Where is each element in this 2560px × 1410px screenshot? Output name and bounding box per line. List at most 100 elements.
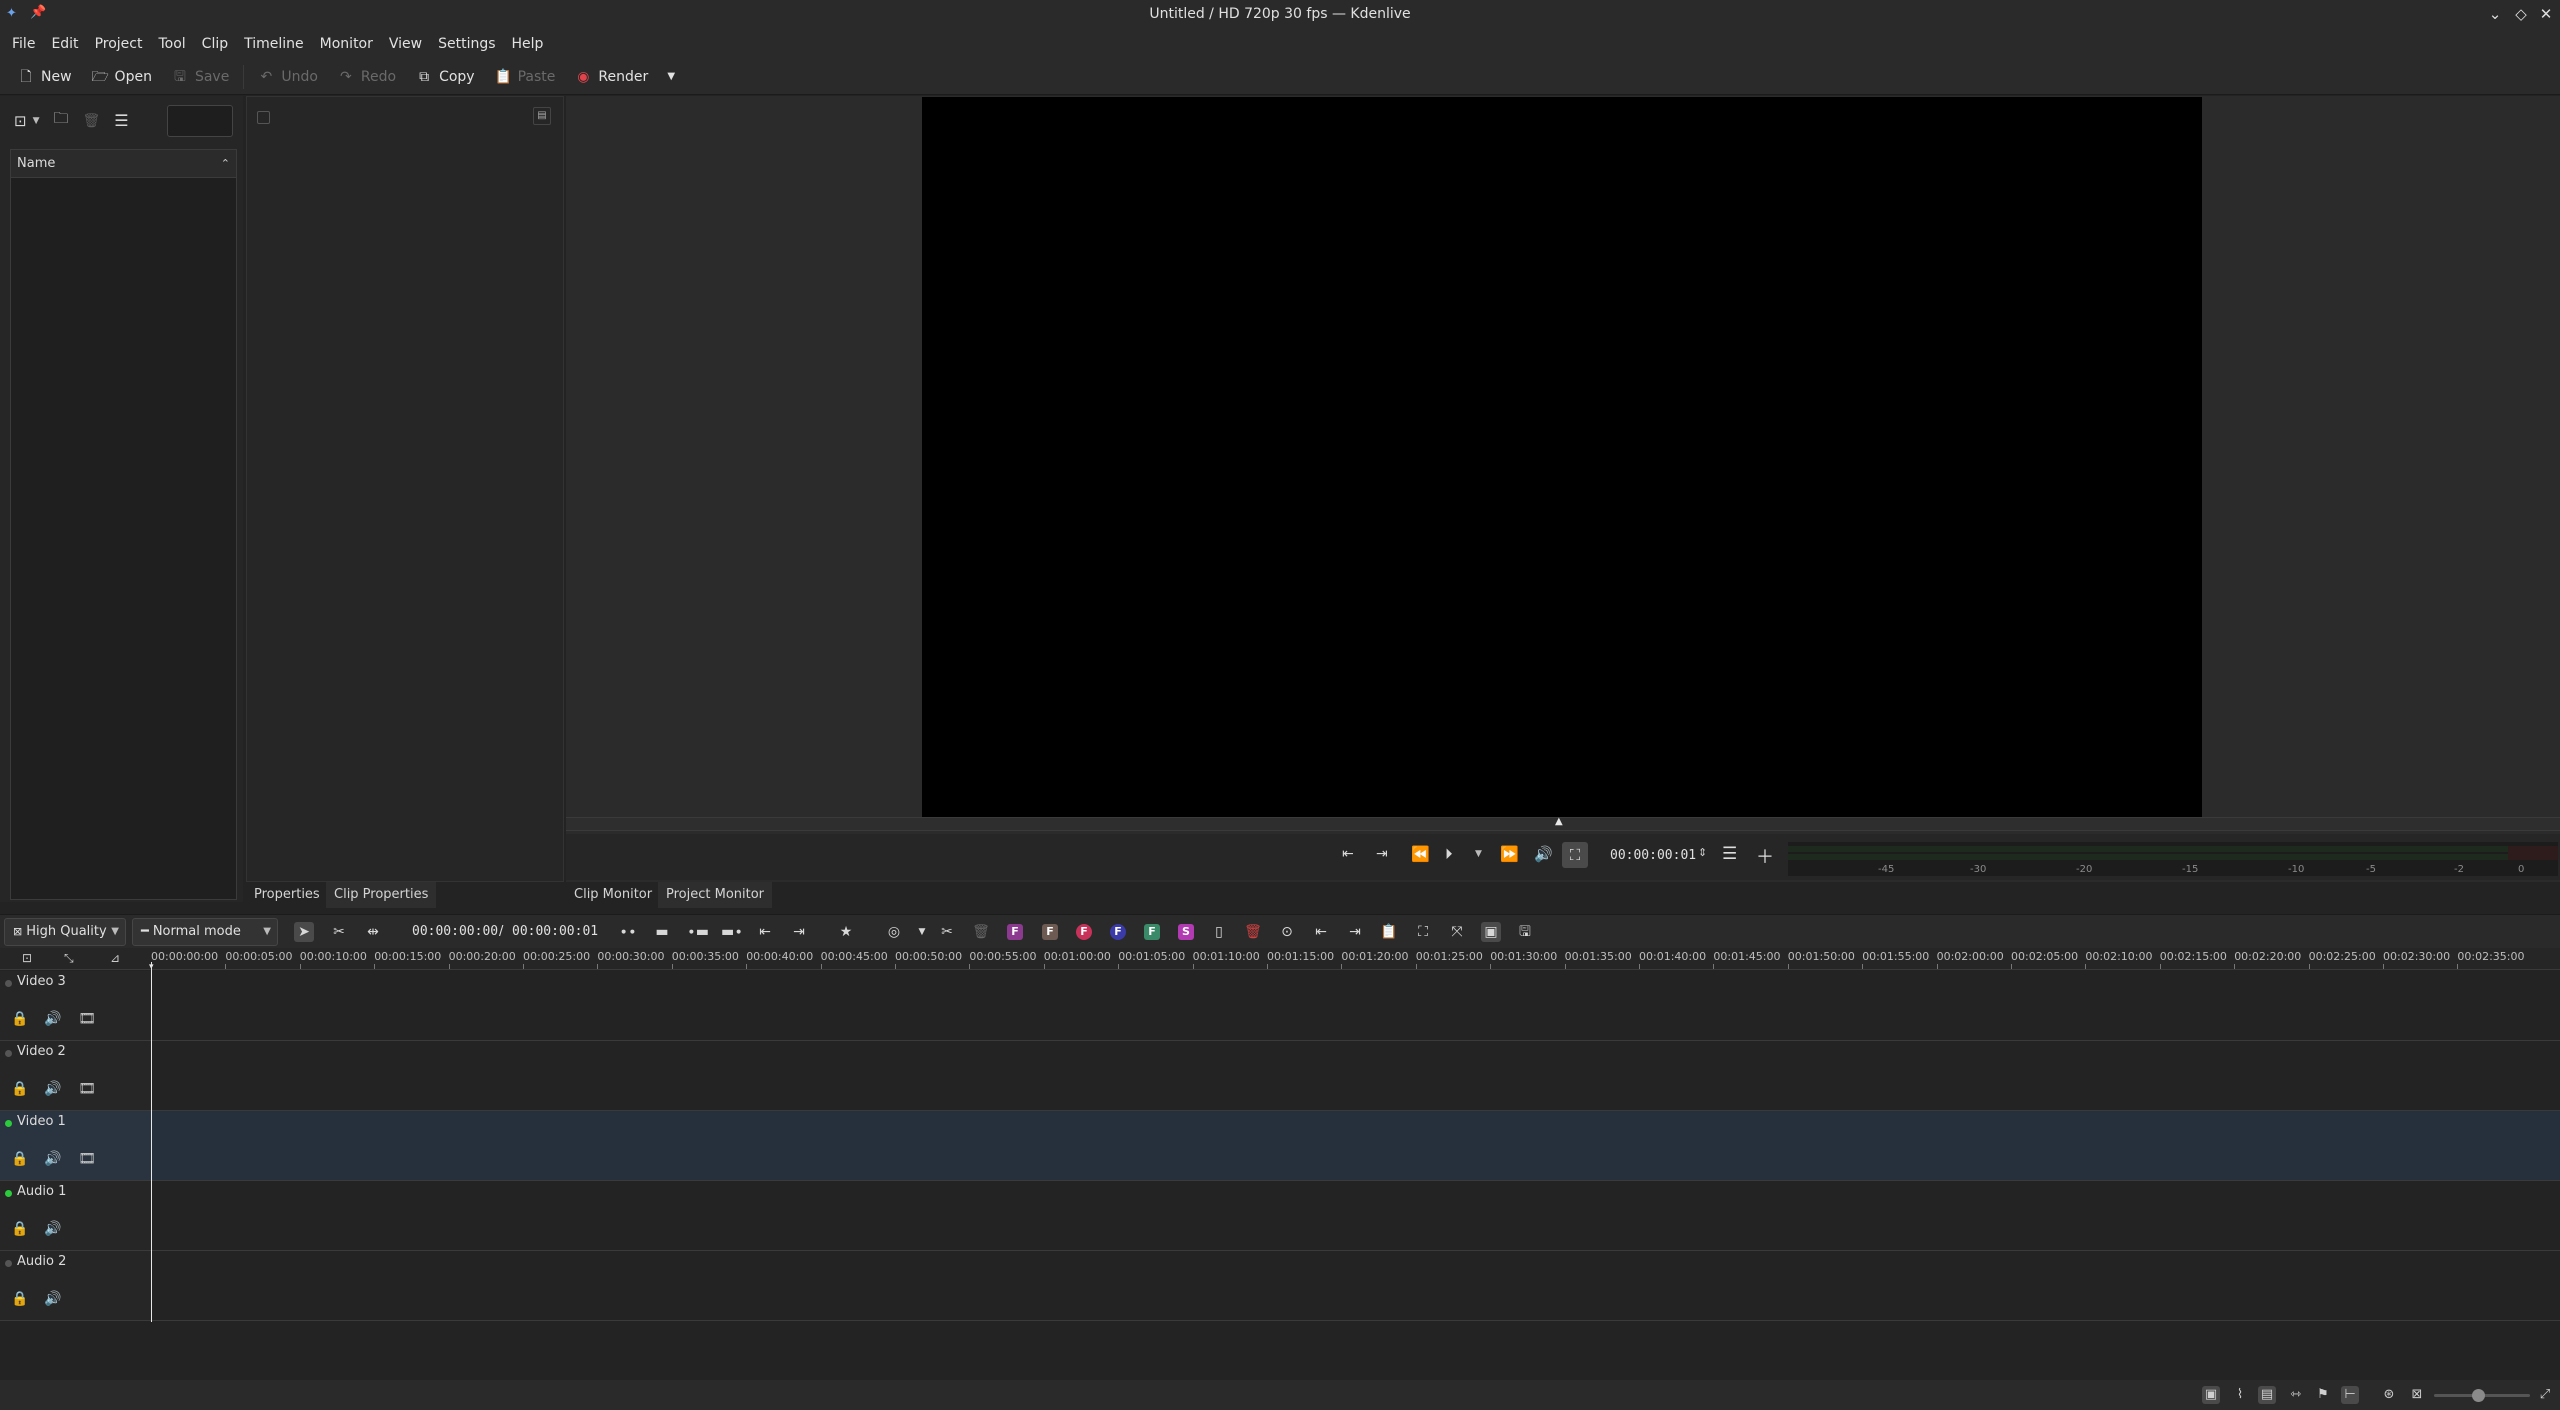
monitor-timecode[interactable]: 00:00:00:01 xyxy=(1610,848,1696,863)
effect-f-brown-icon[interactable]: F xyxy=(1042,924,1058,940)
video-hide-icon[interactable]: 🎞 xyxy=(77,1079,97,1099)
zoom-fit-icon[interactable]: ⊠ xyxy=(2408,1386,2426,1404)
insert-icon[interactable]: ∙∙ xyxy=(618,922,638,942)
menu-clip[interactable]: Clip xyxy=(194,29,236,59)
clipboard-icon[interactable]: 📋 xyxy=(1379,922,1399,942)
effects-icon[interactable]: ⊛ xyxy=(2380,1386,2398,1404)
menu-project[interactable]: Project xyxy=(87,29,151,59)
spacer-tool-icon[interactable]: ⇹ xyxy=(363,922,383,942)
tab-project-monitor[interactable]: Project Monitor xyxy=(658,882,773,908)
track-lane[interactable] xyxy=(151,1041,2560,1111)
hamburger-menu-icon[interactable]: ☰ xyxy=(1722,844,1737,864)
split-icon[interactable]: ⊢ xyxy=(2341,1386,2359,1404)
expand-icon[interactable]: ⤧ xyxy=(1447,922,1467,942)
menu-settings[interactable]: Settings xyxy=(430,29,503,59)
new-button[interactable]: 🗋 New xyxy=(8,62,82,92)
paste-button[interactable]: 📋 Paste xyxy=(485,62,566,92)
track-active-indicator[interactable] xyxy=(5,980,12,987)
set-zone-in-icon[interactable]: ⇤ xyxy=(1342,846,1354,862)
extract-icon[interactable]: ▬∙ xyxy=(721,922,743,942)
tab-clip-monitor[interactable]: Clip Monitor xyxy=(566,882,660,908)
bookmark-icon[interactable]: ▯ xyxy=(1209,922,1229,942)
save-preview-icon[interactable]: 🖫 xyxy=(1515,922,1535,942)
chevron-down-icon[interactable]: ▼ xyxy=(912,922,932,942)
menu-tool[interactable]: Tool xyxy=(150,29,193,59)
close-icon[interactable]: ✕ xyxy=(2537,5,2555,23)
fit-tracks-icon[interactable]: ⤡ xyxy=(64,951,74,966)
set-zone-out-icon[interactable]: ⇥ xyxy=(1376,846,1388,862)
timeline-position[interactable]: 00:00:00:00 xyxy=(412,924,498,939)
track-lane[interactable] xyxy=(151,1181,2560,1251)
render-button[interactable]: ◉ Render ▼ xyxy=(565,62,689,92)
undo-button[interactable]: ↶ Undo xyxy=(248,62,328,92)
overwrite-icon[interactable]: ▬ xyxy=(652,922,672,942)
timeline-preview-icon[interactable]: ▣ xyxy=(1481,922,1501,942)
effect-s-magenta-icon[interactable]: S xyxy=(1178,924,1194,940)
fit-zoom-icon[interactable]: ⛶ xyxy=(1413,922,1433,942)
select-tool-icon[interactable]: ➤ xyxy=(294,922,314,942)
delete-icon[interactable]: 🗑 xyxy=(83,113,101,129)
menu-monitor[interactable]: Monitor xyxy=(312,29,381,59)
timeline-playhead[interactable] xyxy=(151,962,152,1322)
track-active-indicator[interactable] xyxy=(5,1190,12,1197)
audio-mute-icon[interactable]: 🔊 xyxy=(43,1219,63,1239)
volume-icon[interactable]: 🔊 xyxy=(1534,845,1553,863)
track-header[interactable]: Video 3 🔒 🔊 🎞 xyxy=(0,971,151,1041)
playhead-handle-icon[interactable]: ▾ xyxy=(149,962,154,972)
video-thumbs-icon[interactable]: ▤ xyxy=(2258,1386,2276,1404)
hamburger-menu-icon[interactable]: ☰ xyxy=(114,111,128,130)
track-header[interactable]: Video 2 🔒 🔊 🎞 xyxy=(0,1041,151,1111)
tab-properties[interactable]: Properties xyxy=(246,882,328,908)
minimize-icon[interactable]: ⌄ xyxy=(2486,5,2504,23)
menu-edit[interactable]: Edit xyxy=(43,29,86,59)
tab-clip-properties[interactable]: Clip Properties xyxy=(326,882,437,908)
cut-clip-icon[interactable]: ✂ xyxy=(937,922,957,942)
lock-icon[interactable]: 🔒 xyxy=(10,1289,30,1309)
track-header[interactable]: Video 1 🔒 🔊 🎞 xyxy=(0,1111,151,1181)
redo-button[interactable]: ↷ Redo xyxy=(328,62,406,92)
lift-icon[interactable]: ∙▬ xyxy=(687,922,709,942)
playhead-marker-icon[interactable]: ▲ xyxy=(1555,816,1563,827)
effect-f-blue-icon[interactable]: F xyxy=(1110,924,1126,940)
zoom-slider-handle[interactable] xyxy=(2472,1389,2485,1402)
track-lane[interactable] xyxy=(151,1111,2560,1181)
audio-mute-icon[interactable]: 🔊 xyxy=(43,1009,63,1029)
add-clip-icon[interactable]: ⊡ xyxy=(14,112,27,130)
monitor-screen[interactable] xyxy=(922,97,2202,817)
track-header[interactable]: Audio 1 🔒 🔊 xyxy=(0,1181,151,1251)
track-lane[interactable] xyxy=(151,971,2560,1041)
track-options-icon[interactable]: ⊿ xyxy=(110,951,120,965)
audio-mute-icon[interactable]: 🔊 xyxy=(43,1149,63,1169)
collapse-tracks-icon[interactable]: ⊡ xyxy=(22,951,32,965)
lock-icon[interactable]: 🔒 xyxy=(10,1009,30,1029)
lock-icon[interactable]: 🔒 xyxy=(10,1219,30,1239)
play-icon[interactable]: ⏵ xyxy=(1445,845,1453,863)
open-button[interactable]: 🗁 Open xyxy=(82,62,162,92)
lock-icon[interactable]: 🔒 xyxy=(10,1149,30,1169)
bin-clip-list[interactable]: Name ⌃ xyxy=(10,149,237,900)
chevron-down-icon[interactable]: ▼ xyxy=(33,116,40,126)
snap-icon[interactable]: ⇿ xyxy=(2287,1386,2305,1404)
menu-help[interactable]: Help xyxy=(504,29,552,59)
timeline-ruler[interactable]: 00:00:00:00 00:00:05:00 00:00:10:00 00:00:1… xyxy=(151,948,2560,970)
zone-out-icon[interactable]: ⇥ xyxy=(789,922,809,942)
bin-column-header[interactable]: Name ⌃ xyxy=(11,150,236,178)
markers-flag-icon[interactable]: ⚑ xyxy=(2314,1386,2332,1404)
panel-options-icon[interactable]: ▤ xyxy=(533,107,551,125)
effect-f-purple-icon[interactable]: F xyxy=(1007,924,1023,940)
maximize-icon[interactable]: ◇ xyxy=(2512,5,2530,23)
lock-icon[interactable]: 🔒 xyxy=(10,1079,30,1099)
menu-view[interactable]: View xyxy=(381,29,430,59)
effect-f-red-icon[interactable]: F xyxy=(1076,924,1092,940)
audio-mute-icon[interactable]: 🔊 xyxy=(43,1289,63,1309)
save-button[interactable]: 🖫 Save xyxy=(162,62,239,92)
video-hide-icon[interactable]: 🎞 xyxy=(77,1149,97,1169)
track-active-indicator[interactable] xyxy=(5,1260,12,1267)
favorite-star-icon[interactable]: ★ xyxy=(836,922,856,942)
audio-wave-icon[interactable]: ⌇ xyxy=(2231,1386,2249,1404)
copy-button[interactable]: ⧉ Copy xyxy=(406,62,485,92)
seek-icon[interactable]: ⊙ xyxy=(1277,922,1297,942)
rewind-icon[interactable]: ⏪ xyxy=(1411,845,1430,863)
track-active-indicator[interactable] xyxy=(5,1120,12,1127)
track-lane[interactable] xyxy=(151,1251,2560,1321)
